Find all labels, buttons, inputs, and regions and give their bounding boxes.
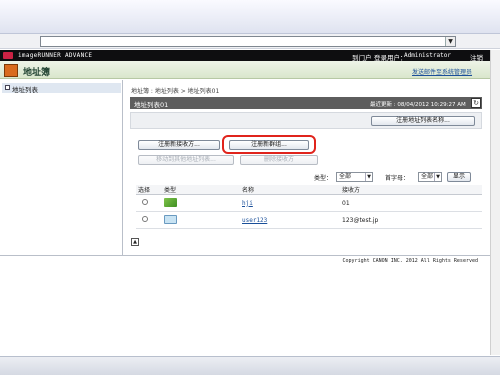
- table-row: hji 01: [136, 194, 482, 212]
- initial-filter-value: 全部: [421, 173, 434, 180]
- last-updated: 最近更新 : 08/04/2012 10:29:27 AM: [370, 102, 466, 108]
- entry-recipient: 123@test.jp: [340, 211, 482, 229]
- display-button[interactable]: 显示: [447, 172, 471, 182]
- type-filter-label: 类型：: [314, 175, 333, 182]
- delete-recipient-button[interactable]: 删除接收方: [240, 155, 318, 165]
- register-new-recipient-button[interactable]: 注册新接收方...: [138, 140, 220, 150]
- initial-filter-label: 首字母：: [385, 175, 410, 182]
- highlight-annotation: [222, 135, 316, 154]
- email-icon: [164, 214, 177, 224]
- panel-header: 地址列表01 最近更新 : 08/04/2012 10:29:27 AM ↻: [130, 97, 482, 109]
- register-list-name-button[interactable]: 注册地址列表名称...: [371, 116, 475, 126]
- address-bar[interactable]: ▼: [40, 36, 456, 47]
- title-bar: 地址簿 发送邮件至系统管理员: [0, 61, 490, 79]
- table-header-row: 选择 类型 名称 接收方: [136, 185, 482, 195]
- sidebar: 地址列表: [0, 80, 123, 255]
- select-radio[interactable]: [142, 199, 148, 205]
- app-header: imageRUNNER ADVANCE 到门户 登录用户： Administra…: [0, 50, 490, 62]
- list-name-row: 注册地址列表名称...: [130, 112, 482, 129]
- group-icon: [164, 197, 177, 207]
- column-header-recipient: 接收方: [340, 185, 482, 195]
- initial-filter-select[interactable]: 全部 ▼: [418, 172, 442, 182]
- chevron-down-icon: ▼: [365, 173, 372, 181]
- select-radio[interactable]: [142, 216, 148, 222]
- canon-logo-icon: [3, 52, 13, 59]
- page-title: 地址簿: [23, 68, 51, 78]
- footer: Copyright CANON INC. 2012 All Rights Res…: [0, 255, 490, 265]
- send-mail-admin-link[interactable]: 发送邮件至系统管理员: [412, 67, 472, 76]
- table-row: user123 123@test.jp: [136, 211, 482, 229]
- login-user-name: Administrator: [404, 52, 451, 59]
- entry-name-link[interactable]: hji: [242, 200, 253, 207]
- page-top-icon[interactable]: ▲: [131, 238, 139, 246]
- entry-recipient: 01: [340, 194, 482, 212]
- column-header-name: 名称: [240, 185, 340, 195]
- refresh-icon[interactable]: ↻: [471, 98, 481, 108]
- entry-name-link[interactable]: user123: [242, 217, 267, 224]
- chevron-down-icon: ▼: [434, 173, 441, 181]
- breadcrumb: 地址簿 : 地址列表 > 地址列表01: [131, 88, 220, 95]
- sidebar-item-label: 地址列表: [12, 86, 38, 94]
- list-icon: [5, 85, 10, 90]
- browser-status-bar: [0, 356, 500, 375]
- copyright-text: Copyright CANON INC. 2012 All Rights Res…: [342, 258, 478, 264]
- vertical-scrollbar[interactable]: [490, 50, 500, 355]
- move-to-other-list-button[interactable]: 移动到其他地址列表...: [138, 155, 234, 165]
- address-table: 选择 类型 名称 接收方 hji 01 user123 123@test.jp: [136, 185, 482, 229]
- panel-title: 地址列表01: [134, 101, 169, 109]
- type-filter-select[interactable]: 全部 ▼: [336, 172, 373, 182]
- type-filter-value: 全部: [339, 173, 352, 180]
- column-header-type: 类型: [162, 185, 240, 195]
- sidebar-item-address-list[interactable]: 地址列表: [2, 83, 121, 94]
- column-header-select: 选择: [136, 185, 162, 195]
- browser-toolbar: [0, 0, 500, 34]
- address-dropdown-icon[interactable]: ▼: [445, 37, 455, 46]
- address-book-icon: [4, 64, 18, 77]
- blank-area: [0, 266, 490, 356]
- app-brand: imageRUNNER ADVANCE: [18, 52, 93, 59]
